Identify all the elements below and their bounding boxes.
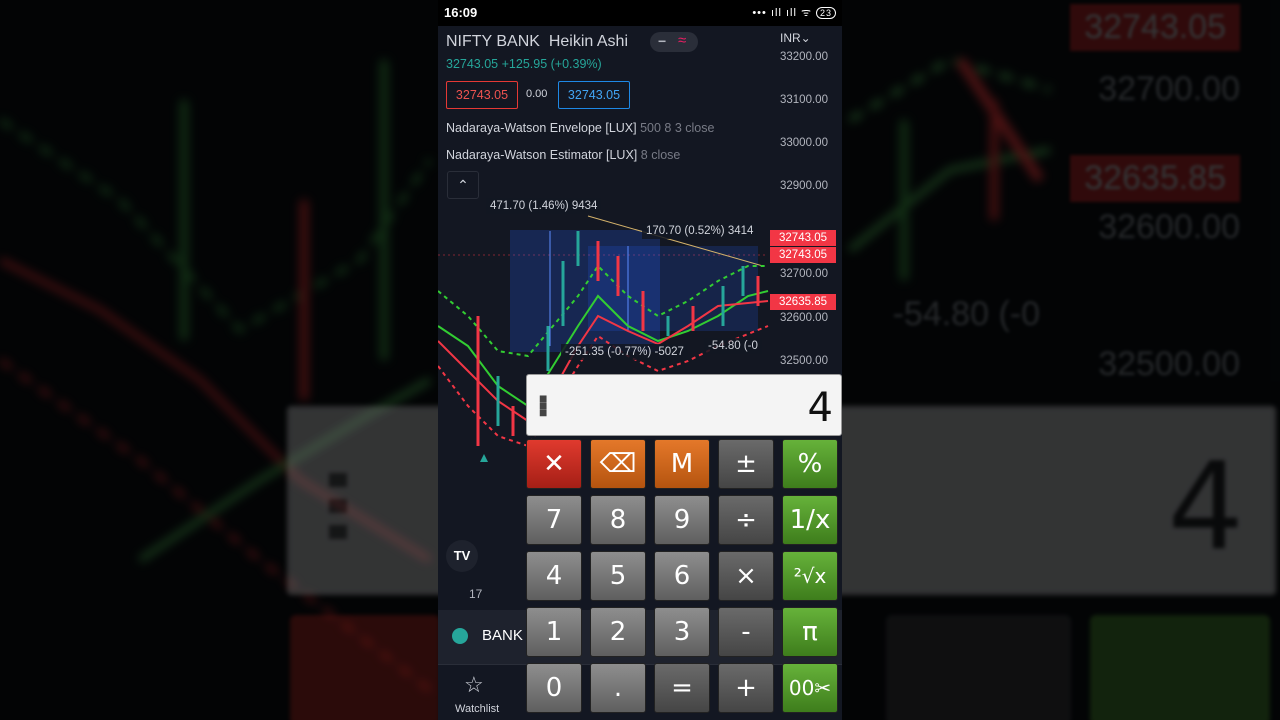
currency-selector[interactable]: INR⌄ <box>780 31 811 45</box>
nav-watchlist[interactable]: Watchlist <box>455 703 499 715</box>
battery-icon: 23 <box>815 7 836 19</box>
digit-8-button[interactable]: 8 <box>590 495 646 545</box>
wave-icon: ≈ <box>678 32 687 49</box>
y-tick: 33200.00 <box>780 51 828 63</box>
y-tick: 32500.00 <box>780 355 828 367</box>
watch-symbol: BANK <box>482 627 523 644</box>
spread-value: 0.00 <box>526 88 548 100</box>
star-icon[interactable]: ☆ <box>464 672 484 698</box>
digit-9-button[interactable]: 9 <box>654 495 710 545</box>
status-time: 16:09 <box>444 5 478 20</box>
chevron-up-icon[interactable]: ⌃ <box>447 171 479 199</box>
floating-calculator: ■ ■ ■ 4 ✕ ⌫ M ± % 7 8 9 ÷ 1/x 4 5 6 × ²√x … <box>526 374 842 720</box>
plus-button[interactable]: + <box>718 663 774 713</box>
display-value: 4 <box>807 385 833 431</box>
digit-6-button[interactable]: 6 <box>654 551 710 601</box>
y-tick: 32900.00 <box>780 180 828 192</box>
price-tag: 32635.85 <box>770 294 836 310</box>
calculator-display: ■ ■ ■ 4 <box>526 374 842 436</box>
indicator-toggle[interactable]: − ≈ <box>650 32 698 52</box>
digit-3-button[interactable]: 3 <box>654 607 710 657</box>
digit-5-button[interactable]: 5 <box>590 551 646 601</box>
clear-button[interactable]: ✕ <box>526 439 582 489</box>
backspace-button[interactable]: ⌫ <box>590 439 646 489</box>
status-icons: ••• ıll ıll ᯤ 23 <box>752 5 836 20</box>
digit-7-button[interactable]: 7 <box>526 495 582 545</box>
cut-button[interactable]: 00✂ <box>782 663 838 713</box>
equals-button[interactable]: = <box>654 663 710 713</box>
digit-2-button[interactable]: 2 <box>590 607 646 657</box>
price-quote: 32743.05 +125.95 (+0.39%) <box>446 57 602 71</box>
minus-icon: − <box>658 33 667 49</box>
y-tick: 33100.00 <box>780 94 828 106</box>
status-bar: 16:09 ••• ıll ıll ᯤ 23 <box>438 0 842 26</box>
measure-label: 170.70 (0.52%) 3414 <box>642 223 758 239</box>
price-tag: 32743.05 <box>770 247 836 263</box>
price-tag: 32743.05 <box>770 230 836 246</box>
measure-label: -251.35 (-0.77%) -5027 <box>561 344 688 360</box>
root-button[interactable]: ²√x <box>782 551 838 601</box>
digit-1-button[interactable]: 1 <box>526 607 582 657</box>
symbol-name[interactable]: NIFTY BANK Heikin Ashi <box>446 33 628 51</box>
indicator-envelope[interactable]: Nadaraya-Watson Envelope [LUX] 500 8 3 c… <box>446 121 714 135</box>
measure-label: -54.80 (-0 <box>704 338 762 354</box>
buy-button[interactable]: 32743.05 <box>558 81 630 109</box>
y-tick: 32700.00 <box>780 268 828 280</box>
minus-button[interactable]: - <box>718 607 774 657</box>
measure-label: 471.70 (1.46%) 9434 <box>486 198 602 214</box>
pi-button[interactable]: π <box>782 607 838 657</box>
y-tick: 33000.00 <box>780 137 828 149</box>
market-status-icon <box>452 628 468 644</box>
digit-0-button[interactable]: 0 <box>526 663 582 713</box>
tradingview-logo-icon[interactable]: TV <box>446 540 478 572</box>
divide-button[interactable]: ÷ <box>718 495 774 545</box>
sell-button[interactable]: 32743.05 <box>446 81 518 109</box>
digit-4-button[interactable]: 4 <box>526 551 582 601</box>
y-tick: 32600.00 <box>780 312 828 324</box>
memory-button[interactable]: M <box>654 439 710 489</box>
drag-handle-icon[interactable]: ■ ■ ■ <box>539 391 547 419</box>
indicator-estimator[interactable]: Nadaraya-Watson Estimator [LUX] 8 close <box>446 148 680 162</box>
reciprocal-button[interactable]: 1/x <box>782 495 838 545</box>
multiply-button[interactable]: × <box>718 551 774 601</box>
signal-icon: ••• ıll ıll ᯤ <box>752 7 812 19</box>
sign-button[interactable]: ± <box>718 439 774 489</box>
date-label: 17 <box>469 587 483 601</box>
decimal-button[interactable]: . <box>590 663 646 713</box>
percent-button[interactable]: % <box>782 439 838 489</box>
